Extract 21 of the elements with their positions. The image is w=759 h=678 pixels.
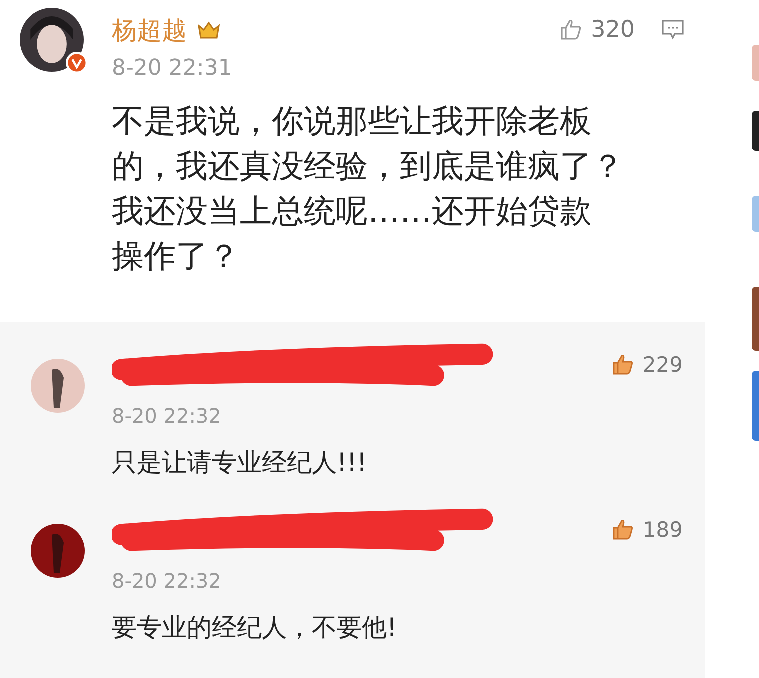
reply-time: 8-20 22:32: [112, 569, 222, 593]
reply-time: 8-20 22:32: [112, 404, 222, 428]
avatar[interactable]: [20, 8, 84, 72]
card-edge: [752, 45, 759, 81]
card-edge: [752, 111, 759, 151]
comment-text: 不是我说，你说那些让我开除老板 的，我还真没经验，到底是谁疯了？ 我还没当上总统呢……还开始贷款 操作了？: [112, 101, 625, 277]
card-edge: [752, 371, 759, 441]
verified-badge-icon: [66, 52, 88, 74]
crown-icon: [197, 20, 221, 40]
like-button[interactable]: 320: [559, 17, 635, 43]
author-name[interactable]: 杨超越: [112, 14, 187, 46]
like-button[interactable]: 229: [610, 353, 683, 377]
reply-text: 只是让请专业经纪人!!!: [112, 447, 368, 479]
card-edge: [752, 196, 759, 232]
like-button[interactable]: 189: [610, 518, 683, 542]
comment-icon[interactable]: [661, 19, 685, 41]
card-edge: [752, 287, 759, 351]
avatar[interactable]: [30, 523, 86, 579]
reply-text: 要专业的经纪人，不要他!: [112, 612, 398, 644]
avatar[interactable]: [30, 358, 86, 414]
comment-time: 8-20 22:31: [112, 56, 234, 81]
